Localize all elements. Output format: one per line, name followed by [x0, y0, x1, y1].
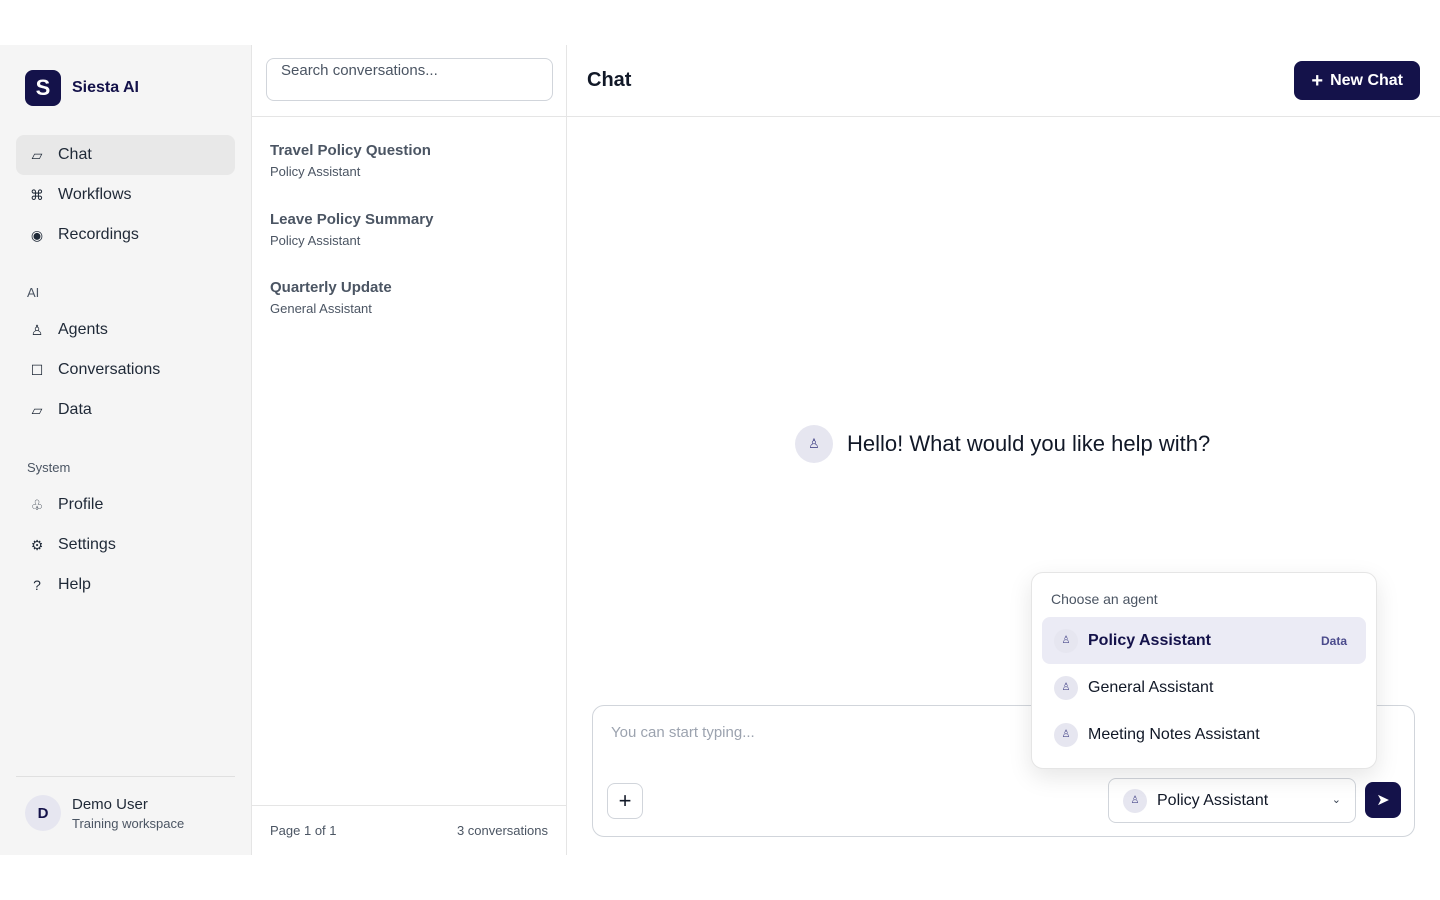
conversation-title: Leave Policy Summary	[270, 211, 434, 228]
nav-system: ♧ Profile ⚙ Settings ? Help	[16, 485, 235, 605]
agent-dropdown: Choose an agent ♙ Policy Assistant Data …	[1031, 572, 1377, 769]
sidebar-item-label: Settings	[58, 536, 116, 553]
sidebar-item-agents[interactable]: ♙ Agents	[16, 310, 235, 350]
conversation-count: 3 conversations	[456, 823, 548, 838]
search-input[interactable]	[266, 58, 553, 101]
nav-section-ai: AI	[27, 285, 40, 300]
conversation-agent: Policy Assistant	[270, 164, 361, 179]
send-button[interactable]: ➤	[1365, 782, 1401, 818]
data-badge: Data	[1320, 633, 1347, 648]
sidebar-item-label: Workflows	[58, 186, 132, 203]
agent-option-general-assistant[interactable]: ♙ General Assistant	[1042, 664, 1366, 711]
nav-ai: ♙ Agents ☐ Conversations ▱ Data	[16, 310, 235, 430]
data-icon: ▱	[31, 401, 43, 418]
conversation-agent: General Assistant	[270, 301, 372, 316]
sidebar-item-label: Conversations	[58, 361, 161, 378]
dropdown-heading: Choose an agent	[1051, 591, 1158, 607]
conversation-list-panel: Travel Policy Question Policy Assistant …	[252, 45, 567, 855]
agent-icon: ♙	[795, 425, 833, 463]
sidebar-item-label: Help	[58, 576, 91, 593]
sidebar-item-data[interactable]: ▱ Data	[16, 390, 235, 430]
agent-icon: ♙	[1054, 722, 1078, 747]
plus-icon: +	[618, 788, 632, 813]
agent-option-label: Policy Assistant	[1088, 631, 1212, 649]
command-icon: ⌘	[30, 186, 44, 203]
user-menu[interactable]: D Demo User Training workspace	[25, 795, 184, 831]
conversation-item[interactable]: Quarterly Update General Assistant	[270, 279, 550, 316]
sidebar-item-label: Chat	[58, 146, 92, 163]
greeting-text: Hello! What would you like help with?	[847, 431, 1211, 456]
sidebar-item-label: Profile	[58, 496, 104, 513]
record-icon: ◉	[30, 226, 44, 243]
agent-icon: ♙	[1123, 788, 1147, 813]
agent-icon: ♙	[1054, 628, 1078, 653]
send-icon: ➤	[1376, 792, 1390, 809]
nav-primary: ▱ Chat ⌘ Workflows ◉ Recordings	[16, 135, 235, 255]
agent-icon: ♙	[1054, 675, 1078, 700]
sidebar-item-conversations[interactable]: ☐ Conversations	[16, 350, 235, 390]
message-input[interactable]: You can start typing...	[611, 724, 1011, 741]
assistant-greeting: ♙ Hello! What would you like help with?	[795, 425, 1210, 463]
chat-header: Chat + New Chat	[567, 45, 1440, 117]
sidebar: S Siesta AI ▱ Chat ⌘ Workflows ◉ Recordi…	[0, 45, 252, 855]
sidebar-item-profile[interactable]: ♧ Profile	[16, 485, 235, 525]
user-name: Demo User	[72, 795, 148, 813]
selected-agent-label: Policy Assistant	[1157, 791, 1269, 809]
chevron-down-icon: ⌄	[1331, 794, 1341, 806]
conversation-list-footer: Page 1 of 1 3 conversations	[252, 805, 566, 855]
brand-name: Siesta AI	[72, 79, 139, 96]
brand[interactable]: S Siesta AI	[25, 70, 139, 106]
conversation-agent: Policy Assistant	[270, 233, 361, 248]
agent-icon: ♙	[30, 321, 44, 338]
agent-option-meeting-notes-assistant[interactable]: ♙ Meeting Notes Assistant	[1042, 711, 1366, 758]
new-chat-label: New Chat	[1330, 71, 1403, 89]
brand-logo: S	[25, 70, 61, 106]
agent-option-label: Meeting Notes Assistant	[1088, 725, 1260, 743]
message-icon: ▱	[31, 146, 43, 163]
sidebar-item-chat[interactable]: ▱ Chat	[16, 135, 235, 175]
nav-section-system: System	[27, 460, 71, 475]
agent-option-label: General Assistant	[1088, 678, 1214, 696]
avatar: D	[25, 795, 61, 831]
sidebar-item-workflows[interactable]: ⌘ Workflows	[16, 175, 235, 215]
agent-select[interactable]: ♙ Policy Assistant ⌄	[1108, 778, 1356, 823]
conversation-title: Travel Policy Question	[270, 142, 431, 159]
square-icon: ☐	[30, 361, 44, 378]
user-info: Demo User Training workspace	[72, 796, 184, 831]
profile-icon: ♧	[30, 496, 44, 513]
sidebar-item-label: Agents	[58, 321, 108, 338]
sidebar-item-label: Recordings	[58, 226, 139, 243]
sidebar-item-help[interactable]: ? Help	[16, 565, 235, 605]
page-title: Chat	[587, 69, 632, 91]
page-indicator: Page 1 of 1	[270, 823, 337, 838]
help-icon: ?	[33, 577, 41, 593]
sidebar-item-recordings[interactable]: ◉ Recordings	[16, 215, 235, 255]
add-attachment-button[interactable]: +	[607, 783, 643, 819]
user-workspace: Training workspace	[72, 815, 185, 831]
chat-main: Chat + New Chat ♙ Hello! What would you …	[567, 45, 1440, 855]
conversation-item[interactable]: Leave Policy Summary Policy Assistant	[270, 211, 550, 248]
gear-icon: ⚙	[30, 536, 44, 553]
sidebar-divider	[16, 776, 235, 777]
agent-option-policy-assistant[interactable]: ♙ Policy Assistant Data	[1042, 617, 1366, 664]
sidebar-item-label: Data	[58, 401, 92, 418]
conversation-item[interactable]: Travel Policy Question Policy Assistant	[270, 142, 550, 179]
plus-icon: +	[1311, 69, 1324, 92]
conversation-title: Quarterly Update	[270, 279, 392, 296]
new-chat-button[interactable]: + New Chat	[1294, 61, 1420, 100]
search-bar	[252, 45, 566, 117]
sidebar-item-settings[interactable]: ⚙ Settings	[16, 525, 235, 565]
